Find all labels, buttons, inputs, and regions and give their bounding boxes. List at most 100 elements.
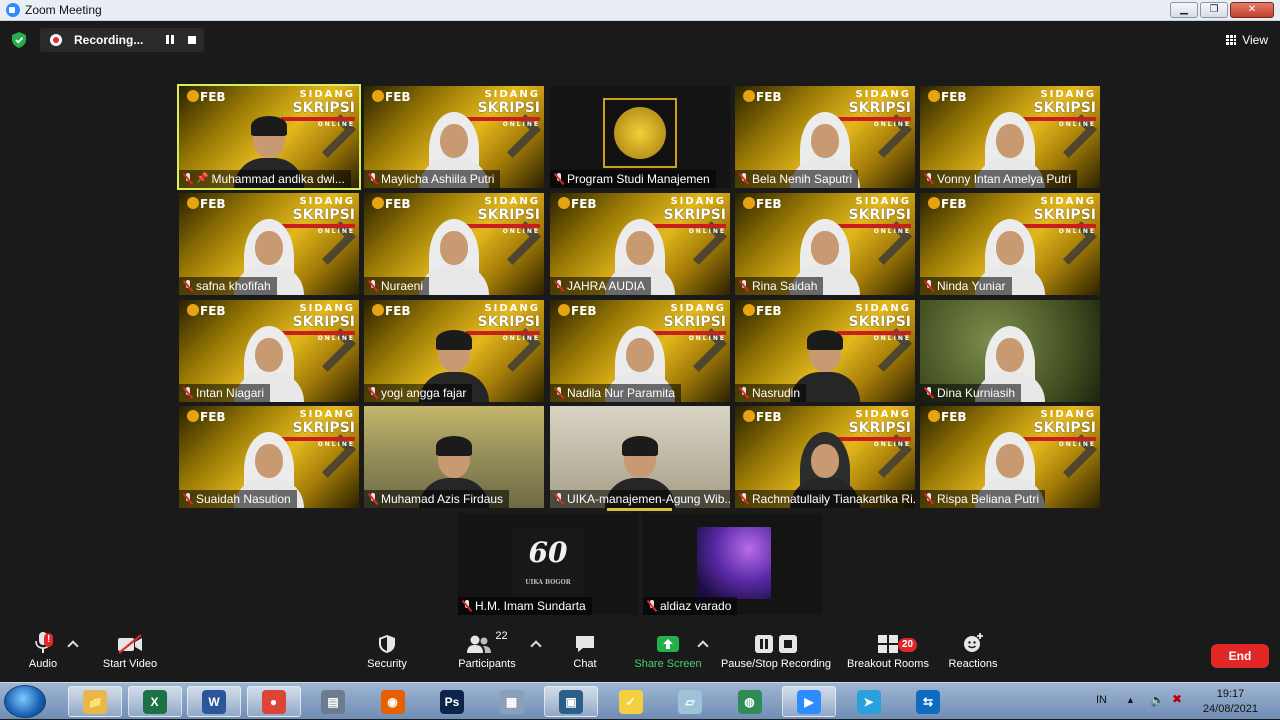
- participant-tile[interactable]: FEB SIDANG SKRIPSI ONLINE 📌 Muhammad andika d…: [177, 84, 361, 190]
- participant-tile[interactable]: FEB SIDANG SKRIPSI ONLINE Maylicha Ashiila P…: [364, 86, 544, 188]
- photoshop-icon: Ps: [440, 689, 464, 714]
- taskbar-app-firefox[interactable]: ◉: [366, 686, 420, 717]
- feb-logo: FEB: [558, 304, 597, 318]
- taskbar-app-calculator[interactable]: ▦: [485, 686, 539, 717]
- show-hidden-icons-chevron-icon[interactable]: ▲: [1126, 695, 1135, 705]
- participant-tile[interactable]: FEB SIDANG SKRIPSI ONLINE Rina Saidah: [735, 193, 915, 295]
- taskbar-app-notes[interactable]: ▱: [663, 686, 717, 717]
- participant-tile[interactable]: Muhamad Azis Firdaus: [364, 406, 544, 508]
- close-button[interactable]: ✕: [1230, 2, 1274, 18]
- start-video-button[interactable]: Start Video: [98, 628, 162, 682]
- taskbar-app-globe[interactable]: ◍: [723, 686, 777, 717]
- muted-microphone-icon: [183, 173, 193, 185]
- pause-stop-recording-button[interactable]: Pause/Stop Recording: [720, 628, 832, 682]
- feb-logo: FEB: [743, 304, 782, 318]
- participant-name: Muhamad Azis Firdaus: [381, 492, 504, 506]
- share-screen-button[interactable]: Share Screen: [634, 628, 702, 682]
- participant-tile[interactable]: FEB SIDANG SKRIPSI ONLINE Intan Niagari: [179, 300, 359, 402]
- participant-name-label: Dina Kurniasih: [920, 384, 1022, 402]
- participant-name: Rina Saidah: [752, 279, 818, 293]
- taskbar-app-word[interactable]: W: [187, 686, 241, 717]
- muted-microphone-icon: [554, 280, 564, 292]
- stop-recording-icon[interactable]: [188, 36, 196, 44]
- windows-start-button[interactable]: [4, 685, 46, 718]
- teamviewer-icon: ⇆: [916, 689, 940, 714]
- participants-count: 22: [495, 630, 508, 642]
- clock-date: 24/08/2021: [1202, 703, 1258, 715]
- participant-tile[interactable]: 60 UIKA BOGOR H.M. Imam Sundarta: [458, 513, 638, 615]
- participant-name: Vonny Intan Amelya Putri: [937, 172, 1072, 186]
- pin-icon: 📌: [196, 173, 209, 184]
- telegram-icon: ➤: [856, 689, 881, 714]
- security-button[interactable]: Security: [364, 628, 410, 682]
- participant-tile[interactable]: FEB SIDANG SKRIPSI ONLINE yogi angga fajar: [364, 300, 544, 402]
- taskbar-app-scanner[interactable]: ▤: [306, 686, 360, 717]
- participant-tile[interactable]: UIKA-manajemen-Agung Wib...: [550, 406, 730, 508]
- end-meeting-button[interactable]: End: [1211, 644, 1269, 668]
- participant-tile[interactable]: FEB SIDANG SKRIPSI ONLINE Rachmatullaily Tia…: [735, 406, 915, 508]
- network-icon[interactable]: ✖: [1172, 692, 1182, 706]
- participants-button[interactable]: 22 Participants: [456, 628, 518, 682]
- muted-microphone-icon: [368, 173, 378, 185]
- participant-name-label: Maylicha Ashiila Putri: [364, 170, 501, 188]
- taskbar-app-explorer[interactable]: 📁: [68, 686, 122, 717]
- participants-icon: [467, 635, 492, 653]
- minimize-button[interactable]: ▁: [1170, 2, 1198, 18]
- feb-logo: FEB: [743, 197, 782, 211]
- participant-tile[interactable]: FEB SIDANG SKRIPSI ONLINE JAHRA AUDIA: [550, 193, 730, 295]
- taskbar-app-excel[interactable]: X: [127, 686, 182, 717]
- taskbar-app-sticky[interactable]: ✓: [604, 686, 658, 717]
- muted-microphone-icon: [183, 387, 193, 399]
- breakout-rooms-button[interactable]: Breakout Rooms 20: [846, 628, 930, 682]
- muted-microphone-icon: [924, 173, 934, 185]
- view-label: View: [1242, 33, 1268, 47]
- participant-tile[interactable]: FEB SIDANG SKRIPSI ONLINE Rispa Beliana Putr…: [920, 406, 1100, 508]
- system-clock[interactable]: 19:17 24/08/2021: [1203, 687, 1258, 717]
- participant-tile[interactable]: FEB SIDANG SKRIPSI ONLINE Bela Nenih Saputri: [735, 86, 915, 188]
- participant-tile[interactable]: FEB SIDANG SKRIPSI ONLINE Nadila Nur Paramit…: [550, 300, 730, 402]
- participant-tile[interactable]: FEB SIDANG SKRIPSI ONLINE Suaidah Nasution: [179, 406, 359, 508]
- muted-microphone-icon: [368, 493, 378, 505]
- windows-taskbar: 📁 X W ● ▤ ◉ Ps ▦ ▣ ✓ ▱ ◍ ▶ ➤ ⇆ IN ▲ 🔈 ✖ 19:17 24/08/20…: [0, 682, 1280, 719]
- taskbar-app-media[interactable]: ▣: [544, 686, 598, 717]
- taskbar-app-photoshop[interactable]: Ps: [425, 686, 479, 717]
- taskbar-app-teamviewer[interactable]: ⇆: [901, 686, 955, 717]
- taskbar-app-telegram[interactable]: ➤: [842, 686, 896, 717]
- volume-icon[interactable]: 🔈: [1150, 693, 1165, 707]
- participant-tile[interactable]: FEB SIDANG SKRIPSI ONLINE Nuraeni: [364, 193, 544, 295]
- muted-microphone-icon: [462, 600, 472, 612]
- participant-name-label: Muhamad Azis Firdaus: [364, 490, 510, 508]
- participant-tile[interactable]: aldiaz varado: [643, 513, 823, 615]
- participant-tile[interactable]: FEB SIDANG SKRIPSI ONLINE Vonny Intan Amelya…: [920, 86, 1100, 188]
- reactions-label: Reactions: [948, 658, 998, 670]
- participant-name: Ninda Yuniar: [937, 279, 1006, 293]
- participant-tile[interactable]: FEB SIDANG SKRIPSI ONLINE safna khofifah: [179, 193, 359, 295]
- muted-microphone-icon: [739, 493, 749, 505]
- restore-button[interactable]: ❐: [1200, 2, 1228, 18]
- audio-button[interactable]: Audio !: [24, 628, 62, 682]
- encryption-shield-icon[interactable]: [12, 32, 26, 48]
- participant-tile[interactable]: Dina Kurniasih: [920, 300, 1100, 402]
- participant-video: [419, 213, 489, 295]
- pause-recording-icon[interactable]: [164, 34, 176, 46]
- chat-button[interactable]: Chat: [568, 628, 602, 682]
- breakout-rooms-label: Breakout Rooms: [847, 658, 929, 670]
- participant-tile[interactable]: FEB SIDANG SKRIPSI ONLINE Nasrudin: [735, 300, 915, 402]
- language-indicator[interactable]: IN: [1096, 694, 1107, 706]
- audio-options-chevron-icon[interactable]: [67, 640, 79, 652]
- speaking-indicator: [607, 508, 672, 511]
- view-button[interactable]: View: [1226, 31, 1268, 49]
- participant-tile[interactable]: Program Studi Manajemen: [550, 86, 730, 188]
- participant-tile[interactable]: FEB SIDANG SKRIPSI ONLINE Ninda Yuniar: [920, 193, 1100, 295]
- breakout-rooms-icon: [878, 635, 898, 653]
- reactions-button[interactable]: Reactions: [946, 628, 1000, 682]
- muted-microphone-icon: [739, 173, 749, 185]
- participant-name-label: Nadila Nur Paramita: [550, 384, 682, 402]
- muted-microphone-icon: [183, 493, 193, 505]
- taskbar-app-chrome[interactable]: ●: [246, 686, 301, 717]
- participants-options-chevron-icon[interactable]: [530, 640, 542, 652]
- pause-stop-recording-label: Pause/Stop Recording: [720, 658, 832, 670]
- muted-microphone-icon: [924, 280, 934, 292]
- taskbar-app-zoom[interactable]: ▶: [782, 686, 836, 717]
- participant-name: UIKA-manajemen-Agung Wib...: [567, 492, 730, 506]
